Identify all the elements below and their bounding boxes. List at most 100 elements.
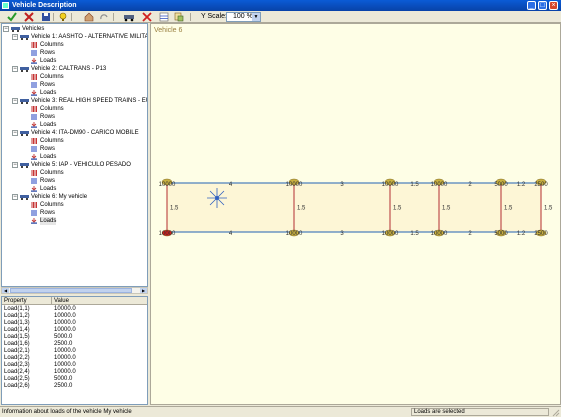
property-row[interactable]: Load(2,6) 2500.0 <box>2 383 147 390</box>
tree-item-loads[interactable]: Loads <box>2 57 147 65</box>
property-value[interactable]: 10000.0 <box>52 362 147 369</box>
property-value[interactable]: 5000.0 <box>52 376 147 383</box>
property-row[interactable]: Load(1,3) 10000.0 <box>2 320 147 327</box>
property-name: Load(1,6) <box>4 341 30 347</box>
tree-item-columns[interactable]: Columns <box>2 201 147 209</box>
property-row[interactable]: Load(2,3) 10000.0 <box>2 362 147 369</box>
rows-icon <box>31 178 37 184</box>
props-icon[interactable] <box>174 12 184 22</box>
expand-toggle-icon[interactable]: − <box>12 98 18 104</box>
redo-icon[interactable] <box>99 12 109 22</box>
expand-toggle-icon[interactable]: − <box>12 162 18 168</box>
vehicle-diagram[interactable]: 1.5 1.5 1.5 1.5 1.5 1.544331.51.5221.21.21000… <box>151 24 561 405</box>
tree-vehicle-1[interactable]: − Vehicle 1: AASHTO - ALTERNATIVE MILITAR… <box>2 33 148 41</box>
tree-item-columns[interactable]: Columns <box>2 105 147 113</box>
close-button[interactable]: × <box>549 1 558 10</box>
tree-item-columns[interactable]: Columns <box>2 73 147 81</box>
tree-item-loads[interactable]: Loads <box>2 153 147 161</box>
scroll-thumb[interactable] <box>10 288 132 293</box>
tree-item-label: Columns <box>40 42 64 48</box>
property-value[interactable]: 10000.0 <box>52 369 147 376</box>
property-value[interactable]: 5000.0 <box>52 334 147 341</box>
vehicle-canvas[interactable]: Vehicle 6 1.5 1.5 1.5 1.5 1.5 1.5 4 4 3 3 1.5 1.5 2 2… <box>150 23 561 405</box>
tree-vehicle-3[interactable]: − Vehicle 3: REAL HIGH SPEED TRAINS - EUR… <box>2 97 147 105</box>
property-value[interactable]: 10000.0 <box>52 348 147 355</box>
status-info: Information about loads of the vehicle M… <box>2 409 132 415</box>
tree-vehicle-4[interactable]: − Vehicle 4: ITA-DM90 - CARICO MOBILE <box>2 129 147 137</box>
vehicle-label: Vehicle 1: AASHTO - ALTERNATIVE MILITARY <box>31 34 148 40</box>
property-row[interactable]: Load(2,5) 5000.0 <box>2 376 147 383</box>
move-cursor-icon <box>207 188 227 208</box>
tree-item-rows[interactable]: Rows <box>2 81 147 89</box>
property-row[interactable]: Load(1,2) 10000.0 <box>2 313 147 320</box>
property-value[interactable]: 10000.0 <box>52 327 147 334</box>
tree-item-rows[interactable]: Rows <box>2 113 147 121</box>
grid-icon[interactable] <box>159 12 169 22</box>
property-value[interactable]: 2500.0 <box>52 383 147 390</box>
property-row[interactable]: Load(2,4) 10000.0 <box>2 369 147 376</box>
app-icon <box>2 2 9 9</box>
tree-vehicle-5[interactable]: − Vehicle 5: IAP - VEHICULO PESADO <box>2 161 147 169</box>
property-row[interactable]: Load(1,4) 10000.0 <box>2 327 147 334</box>
help-bulb-icon[interactable] <box>58 12 68 22</box>
tree-item-rows[interactable]: Rows <box>2 209 147 217</box>
vehicle-tree[interactable]: − Vehicles − Vehicle 1: AASHTO - ALTERNATIV… <box>1 23 148 287</box>
cancel-x-icon[interactable] <box>24 12 34 22</box>
column-header-value[interactable]: Value <box>52 297 147 305</box>
import-icon[interactable] <box>84 12 94 22</box>
resize-grip-icon[interactable] <box>551 408 560 417</box>
maximize-button[interactable]: □ <box>538 1 547 10</box>
row-spacing-label: 1.5 <box>544 206 553 212</box>
tree-root[interactable]: − Vehicles <box>2 25 147 33</box>
save-disk-icon[interactable] <box>41 12 51 22</box>
property-name: Load(2,2) <box>4 355 30 361</box>
row-spacing-label: 1.5 <box>504 206 513 212</box>
vehicle-icon[interactable] <box>124 12 134 22</box>
load-label-bottom: 10000 <box>382 231 399 237</box>
tree-item-rows[interactable]: Rows <box>2 49 147 57</box>
property-value[interactable]: 2500.0 <box>52 341 147 348</box>
tree-item-loads[interactable]: Loads <box>2 185 147 193</box>
vehicle-label: Vehicle 5: IAP - VEHICULO PESADO <box>31 162 131 168</box>
expand-toggle-icon[interactable]: − <box>3 26 9 32</box>
expand-toggle-icon[interactable]: − <box>12 130 18 136</box>
property-row[interactable]: Load(1,6) 2500.0 <box>2 341 147 348</box>
title-bar[interactable]: Vehicle Description _ □ × <box>0 0 561 11</box>
expand-toggle-icon[interactable]: − <box>12 34 18 40</box>
load-label-bottom: 10000 <box>286 231 303 237</box>
property-value[interactable]: 10000.0 <box>52 355 147 362</box>
vehicle-label: Vehicle 6: My vehicle <box>31 194 88 200</box>
toolbar-separator <box>53 13 54 21</box>
tree-item-loads[interactable]: Loads <box>2 121 147 129</box>
scroll-left-icon[interactable]: ◀ <box>2 288 9 293</box>
tree-item-label: Columns <box>40 138 64 144</box>
tree-item-loads[interactable]: Loads <box>2 217 147 225</box>
minimize-button[interactable]: _ <box>527 1 536 10</box>
column-header-property[interactable]: Property <box>2 297 52 305</box>
property-row[interactable]: Load(1,5) 5000.0 <box>2 334 147 341</box>
yscale-select[interactable]: 100 % ▼ <box>226 12 261 22</box>
property-row[interactable]: Load(2,2) 10000.0 <box>2 355 147 362</box>
chevron-down-icon[interactable]: ▼ <box>252 13 260 21</box>
scroll-right-icon[interactable]: ▶ <box>140 288 147 293</box>
expand-toggle-icon[interactable]: − <box>12 66 18 72</box>
tree-vehicle-2[interactable]: − Vehicle 2: CALTRANS - P13 <box>2 65 147 73</box>
tree-item-rows[interactable]: Rows <box>2 145 147 153</box>
delete-x-icon[interactable] <box>142 12 152 22</box>
tree-item-columns[interactable]: Columns <box>2 169 147 177</box>
tree-horizontal-scrollbar[interactable]: ◀ ▶ <box>1 287 148 294</box>
expand-toggle-icon[interactable]: − <box>12 194 18 200</box>
load-label-bottom: 10000 <box>431 231 448 237</box>
tree-item-columns[interactable]: Columns <box>2 137 147 145</box>
property-row[interactable]: Load(1,1) 10000.0 <box>2 306 147 313</box>
tree-item-loads[interactable]: Loads <box>2 89 147 97</box>
tree-item-rows[interactable]: Rows <box>2 177 147 185</box>
vehicle-icon <box>20 195 29 200</box>
property-value[interactable]: 10000.0 <box>52 313 147 320</box>
property-value[interactable]: 10000.0 <box>52 320 147 327</box>
ok-check-icon[interactable] <box>7 12 17 22</box>
tree-vehicle-6[interactable]: − Vehicle 6: My vehicle <box>2 193 147 201</box>
tree-item-columns[interactable]: Columns <box>2 41 147 49</box>
property-value[interactable]: 10000.0 <box>52 306 147 313</box>
property-row[interactable]: Load(2,1) 10000.0 <box>2 348 147 355</box>
